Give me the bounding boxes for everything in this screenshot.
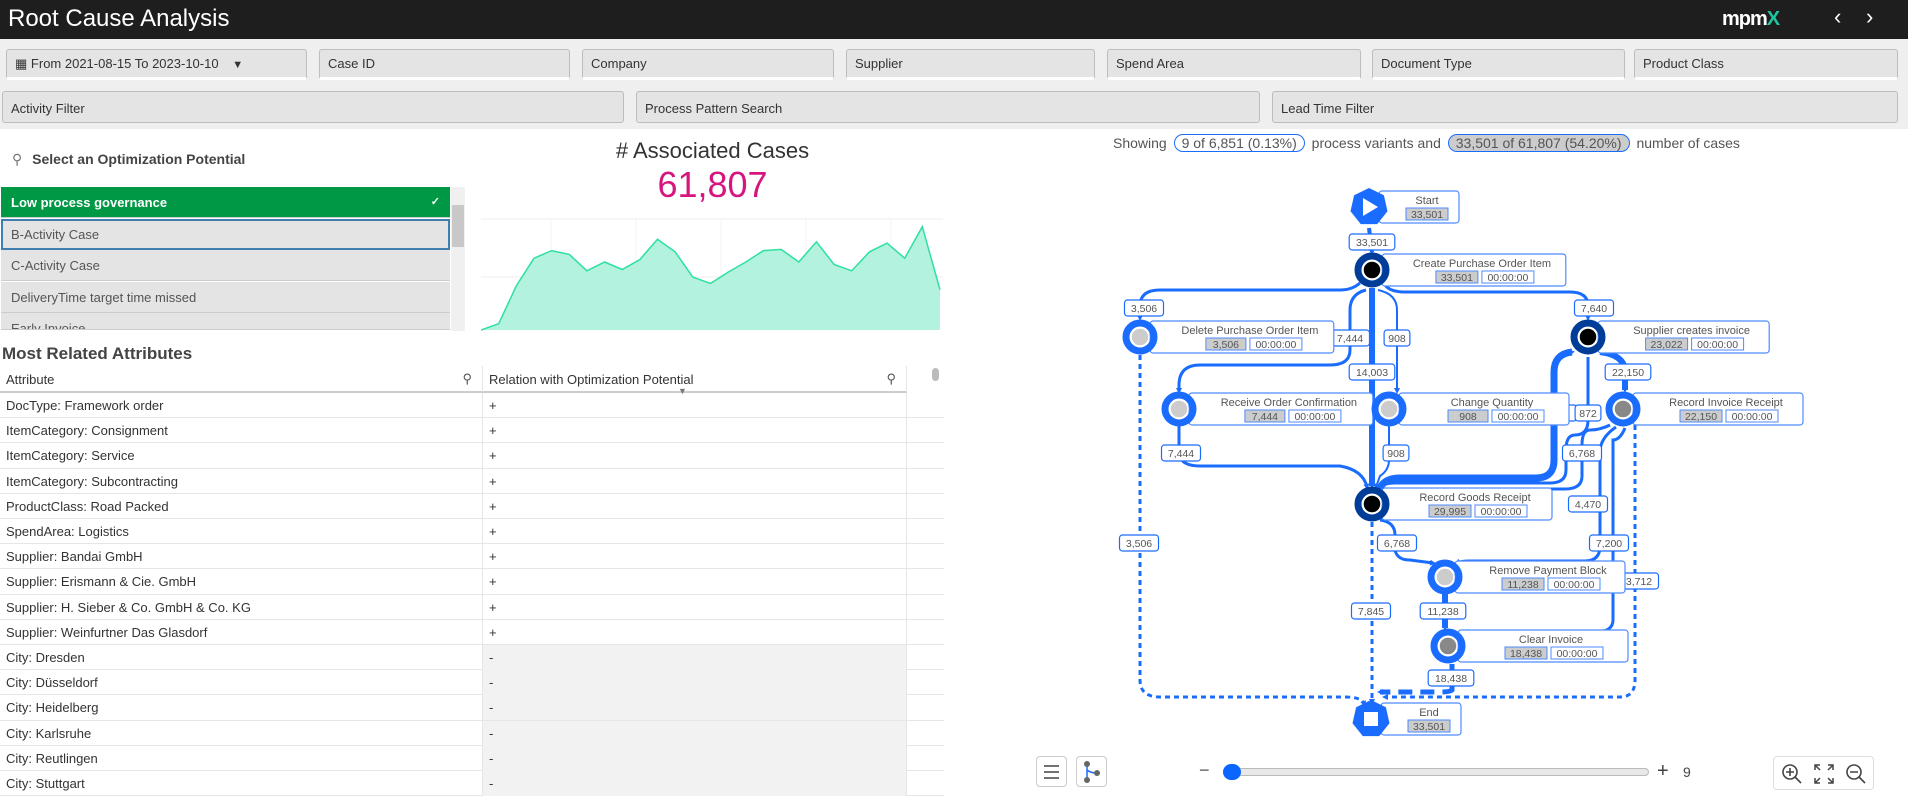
node-cq[interactable]: Change Quantity 908 00:00:00 [1371,391,1570,427]
edge-label: 908 [1388,333,1406,345]
node-count: 33,501 [1411,209,1443,221]
node-count: 18,438 [1510,648,1542,660]
edge-label: 11,238 [1427,606,1458,618]
edge-create-delete[interactable] [1137,281,1361,321]
node-label: Record Invoice Receipt [1669,397,1783,409]
node-label: Receive Order Confirmation [1221,397,1357,409]
node-rgr[interactable]: Record Goods Receipt 29,995 00:00:00 [1354,486,1553,522]
node-label: Supplier creates invoice [1633,325,1750,337]
slider-value: 9 [1683,764,1691,780]
node-time: 00:00:00 [1255,339,1296,351]
stop-icon [1364,712,1378,726]
node-label: Record Goods Receipt [1419,492,1530,504]
slider-decrease[interactable]: − [1199,760,1210,781]
graph-view-button[interactable] [1076,756,1107,787]
node-start[interactable]: Start 33,501 [1350,188,1460,225]
node-label: Remove Payment Block [1489,565,1607,577]
activity-core [1435,567,1455,587]
edge-label: 7,845 [1358,606,1384,618]
node-label: Start [1415,195,1438,207]
node-count: 22,150 [1685,411,1717,423]
edge-label: 6,768 [1569,448,1595,460]
list-view-button[interactable] [1036,756,1067,787]
edge-label: 872 [1579,408,1597,420]
activity-core [1578,327,1598,347]
node-time: 00:00:00 [1732,411,1773,423]
node-rpb[interactable]: Remove Payment Block 11,238 00:00:00 [1427,559,1626,595]
node-time: 00:00:00 [1554,579,1595,591]
node-supplier[interactable]: Supplier creates invoice 23,022 00:00:00 [1570,319,1770,355]
node-label: Change Quantity [1451,397,1534,409]
edge-label: 908 [1387,448,1405,460]
node-time: 00:00:00 [1557,648,1598,660]
edge-roc-rgr[interactable] [1177,426,1370,490]
node-label: Delete Purchase Order Item [1181,325,1318,337]
slider-increase[interactable]: + [1657,760,1669,783]
node-time: 00:00:00 [1487,272,1528,284]
node-count: 23,022 [1651,339,1683,351]
node-time: 00:00:00 [1481,506,1522,518]
activity-core [1362,494,1382,514]
process-graph[interactable]: 33,5013,5067,44490814,0037,64022,15015,3… [0,0,1908,802]
edge-create-supplier[interactable] [1383,284,1591,321]
node-count: 33,501 [1413,721,1445,733]
edge-label: 3,712 [1626,576,1652,588]
node-count: 11,238 [1507,579,1538,591]
node-label: Create Purchase Order Item [1413,258,1551,270]
activity-core [1438,636,1458,656]
edge-label: 14,003 [1356,367,1388,379]
slider-thumb[interactable] [1223,764,1241,780]
node-label: Clear Invoice [1519,634,1583,646]
edge-label: 3,506 [1126,538,1152,550]
edge-label: 4,470 [1575,499,1601,511]
activity-core [1613,399,1633,419]
node-delete[interactable]: Delete Purchase Order Item 3,506 00:00:00 [1122,319,1335,355]
zoom-in-icon[interactable] [1780,762,1804,786]
edge-label: 7,444 [1168,448,1194,460]
edge-label: 7,200 [1596,538,1622,550]
node-time: 00:00:00 [1294,411,1335,423]
edge-label: 33,501 [1356,237,1388,249]
node-count: 29,995 [1434,506,1466,518]
zoom-out-icon[interactable] [1844,762,1868,786]
node-roc[interactable]: Receive Order Confirmation 7,444 00:00:00 [1161,391,1374,427]
node-rir[interactable]: Record Invoice Receipt 22,150 00:00:00 [1605,391,1804,427]
activity-core [1362,260,1382,280]
activity-core [1130,327,1150,347]
activity-core [1169,399,1189,419]
edge-label: 22,150 [1612,367,1644,379]
node-count: 908 [1459,411,1477,423]
fit-screen-icon[interactable] [1812,762,1836,786]
node-create[interactable]: Create Purchase Order Item 33,501 00:00:00 [1354,252,1567,288]
edge-label: 18,438 [1435,673,1467,685]
node-ci[interactable]: Clear Invoice 18,438 00:00:00 [1430,628,1629,664]
process-graph-icon [1084,761,1100,783]
node-count: 3,506 [1213,339,1239,351]
menu-icon [1044,765,1059,779]
node-label: End [1419,707,1439,719]
edge-label: 6,768 [1384,538,1410,550]
edge-label: 7,444 [1337,333,1363,345]
node-end[interactable]: End 33,501 [1352,700,1462,737]
node-time: 00:00:00 [1697,339,1738,351]
node-time: 00:00:00 [1498,411,1539,423]
node-count: 7,444 [1252,411,1278,423]
edge-label: 3,506 [1131,303,1157,315]
variant-slider[interactable] [1223,768,1649,776]
zoom-controls [1773,756,1874,790]
activity-core [1379,399,1399,419]
edge-label: 7,640 [1581,303,1607,315]
node-count: 33,501 [1441,272,1473,284]
